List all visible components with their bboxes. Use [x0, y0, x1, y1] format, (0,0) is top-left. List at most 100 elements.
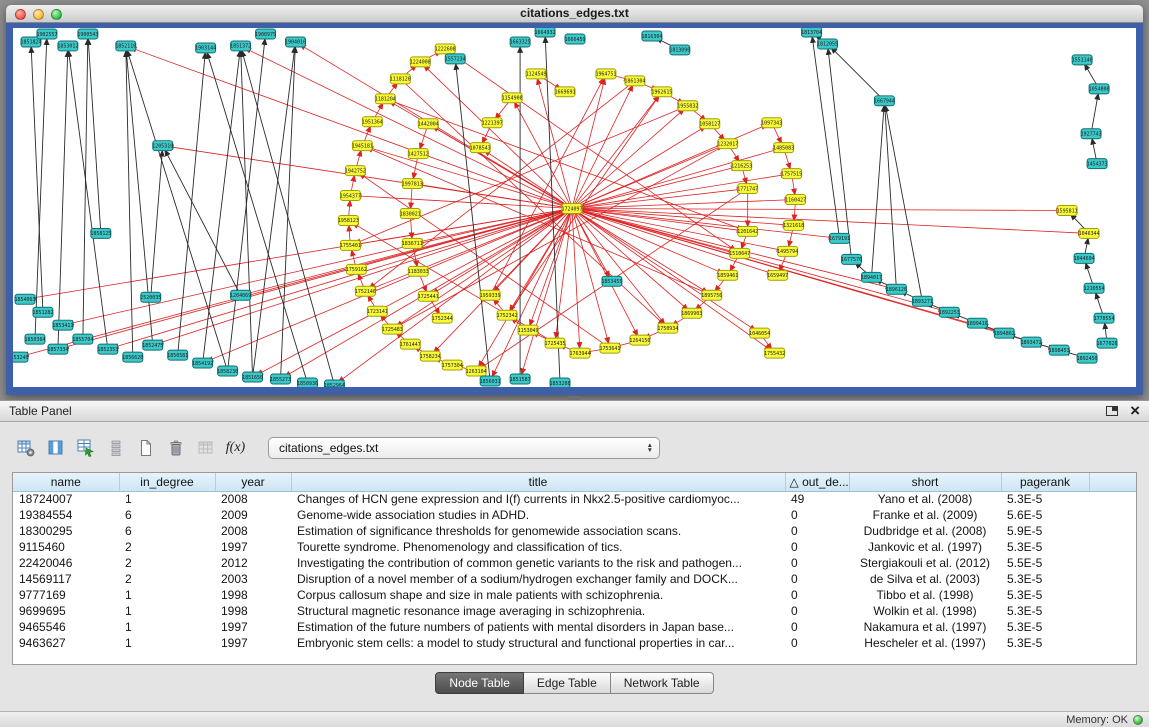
table-row[interactable]: 946362711997Embryonic stem cells: a mode…: [13, 635, 1136, 651]
graph-node[interactable]: 1854192: [192, 358, 213, 368]
table-cell[interactable]: Disruption of a novel member of a sodium…: [291, 571, 785, 587]
graph-node[interactable]: 1945181: [352, 141, 373, 151]
graph-node[interactable]: 1725435: [545, 338, 566, 348]
graph-node[interactable]: 1892450: [1077, 353, 1098, 363]
tab-node-table[interactable]: Node Table: [435, 672, 524, 694]
window-titlebar[interactable]: citations_edges.txt: [6, 5, 1143, 23]
table-cell[interactable]: Stergiakouli et al. (2012): [849, 555, 1001, 571]
graph-node[interactable]: 1900975: [255, 29, 276, 39]
table-cell[interactable]: 0: [785, 635, 849, 651]
table-cell[interactable]: 1998: [215, 603, 291, 619]
graph-node[interactable]: 1264150: [629, 335, 650, 345]
table-cell[interactable]: 0: [785, 571, 849, 587]
graph-node[interactable]: 1724097: [562, 204, 583, 214]
table-chooser-combobox[interactable]: citations_edges.txt ▲▼: [268, 437, 660, 459]
table-cell[interactable]: 22420046: [13, 555, 119, 571]
table-row[interactable]: 1938455462009Genome-wide association stu…: [13, 507, 1136, 523]
graph-node[interactable]: 1852353: [97, 344, 118, 354]
tab-edge-table[interactable]: Edge Table: [524, 672, 611, 694]
graph-node[interactable]: 1679191: [829, 233, 850, 243]
table-cell[interactable]: 2012: [215, 555, 291, 571]
table-cell[interactable]: Tibbo et al. (1998): [849, 587, 1001, 603]
graph-node[interactable]: 1763944: [570, 348, 591, 358]
graph-node[interactable]: 1895756: [701, 290, 722, 300]
graph-node[interactable]: 1771747: [737, 184, 758, 194]
graph-node[interactable]: 1725441: [418, 291, 439, 301]
graph-node[interactable]: 1097343: [761, 118, 782, 128]
row-height-button[interactable]: [102, 436, 129, 461]
graph-node[interactable]: 1900543: [77, 29, 98, 39]
graph-node[interactable]: 1954377: [340, 191, 361, 201]
network-canvas[interactable]: 1724097196475118613041962615195583210581…: [13, 28, 1136, 387]
graph-node[interactable]: 1857334: [47, 344, 68, 354]
column-header[interactable]: year: [215, 473, 291, 491]
table-cell[interactable]: Embryonic stem cells: a model to study s…: [291, 635, 785, 651]
graph-node[interactable]: 1852110: [115, 41, 136, 51]
table-cell[interactable]: 2009: [215, 507, 291, 523]
graph-node[interactable]: 1851650: [242, 372, 263, 382]
table-cell[interactable]: 1: [119, 619, 215, 635]
graph-node[interactable]: 1216253: [731, 161, 752, 171]
graph-node[interactable]: 1124549: [526, 69, 547, 79]
table-cell[interactable]: Investigating the contribution of common…: [291, 555, 785, 571]
table-cell[interactable]: 9115460: [13, 539, 119, 555]
close-panel-icon[interactable]: ×: [1130, 404, 1140, 418]
table-cell[interactable]: 5.3E-5: [1001, 539, 1089, 555]
graph-node[interactable]: 1677576: [841, 254, 862, 264]
table-cell[interactable]: Hescheler et al. (1997): [849, 635, 1001, 651]
graph-node[interactable]: 1205310: [152, 141, 173, 151]
graph-node[interactable]: 1853208: [550, 378, 571, 387]
table-cell[interactable]: 5.3E-5: [1001, 571, 1089, 587]
table-cell[interactable]: 2008: [215, 491, 291, 507]
table-cell[interactable]: 1: [119, 603, 215, 619]
graph-node[interactable]: 1752342: [497, 310, 518, 320]
graph-node[interactable]: 1853240: [13, 352, 28, 362]
graph-node[interactable]: 1752344: [432, 313, 453, 323]
table-cell[interactable]: Structural magnetic resonance image aver…: [291, 603, 785, 619]
table-cell[interactable]: 14569117: [13, 571, 119, 587]
graph-node[interactable]: 1893271: [912, 296, 933, 306]
graph-node[interactable]: 1899416: [967, 318, 988, 328]
table-cell[interactable]: 0: [785, 539, 849, 555]
graph-node[interactable]: 1830021: [400, 208, 421, 218]
graph-node[interactable]: 1664932: [535, 28, 556, 37]
graph-node[interactable]: 1118120: [390, 74, 411, 84]
minimize-window-button[interactable]: [33, 9, 44, 20]
graph-node[interactable]: 1557234: [445, 54, 466, 64]
graph-node[interactable]: 1942752: [345, 166, 366, 176]
table-cell[interactable]: 6: [119, 523, 215, 539]
graph-node[interactable]: 1221397: [482, 118, 503, 128]
graph-node[interactable]: 1902557: [36, 29, 57, 39]
table-cell[interactable]: 1997: [215, 619, 291, 635]
table-cell[interactable]: 18724007: [13, 491, 119, 507]
graph-node[interactable]: 1595811: [1057, 206, 1078, 216]
table-cell[interactable]: Dudbridge et al. (2008): [849, 523, 1001, 539]
graph-node[interactable]: 1858230: [217, 366, 238, 376]
graph-node[interactable]: 1962615: [651, 87, 672, 97]
graph-node[interactable]: 1959339: [480, 290, 501, 300]
table-cell[interactable]: 1997: [215, 539, 291, 555]
graph-node[interactable]: 1813090: [669, 45, 690, 55]
graph-node[interactable]: 1850581: [167, 350, 188, 360]
graph-node[interactable]: 1154908: [502, 93, 523, 103]
graph-node[interactable]: 1058127: [699, 119, 720, 129]
column-header[interactable]: in_degree: [119, 473, 215, 491]
graph-node[interactable]: 1485083: [773, 143, 794, 153]
graph-node[interactable]: 1856031: [480, 376, 501, 386]
table-cell[interactable]: 9465546: [13, 619, 119, 635]
graph-node[interactable]: 1232017: [717, 139, 738, 149]
graph-node[interactable]: 1855704: [72, 334, 93, 344]
graph-node[interactable]: 2520035: [140, 292, 161, 302]
table-cell[interactable]: 0: [785, 587, 849, 603]
graph-node[interactable]: 1495794: [777, 246, 798, 256]
graph-node[interactable]: 1427512: [408, 149, 429, 159]
graph-node[interactable]: 1551140: [1072, 55, 1093, 65]
graph-node[interactable]: 1046054: [749, 328, 770, 338]
new-column-button[interactable]: [132, 436, 159, 461]
graph-node[interactable]: 1893472: [1021, 337, 1042, 347]
table-cell[interactable]: Estimation of significance thresholds fo…: [291, 523, 785, 539]
graph-node[interactable]: 1160427: [785, 195, 806, 205]
table-cell[interactable]: 9463627: [13, 635, 119, 651]
table-cell[interactable]: 9699695: [13, 603, 119, 619]
graph-node[interactable]: 1903144: [195, 43, 216, 53]
